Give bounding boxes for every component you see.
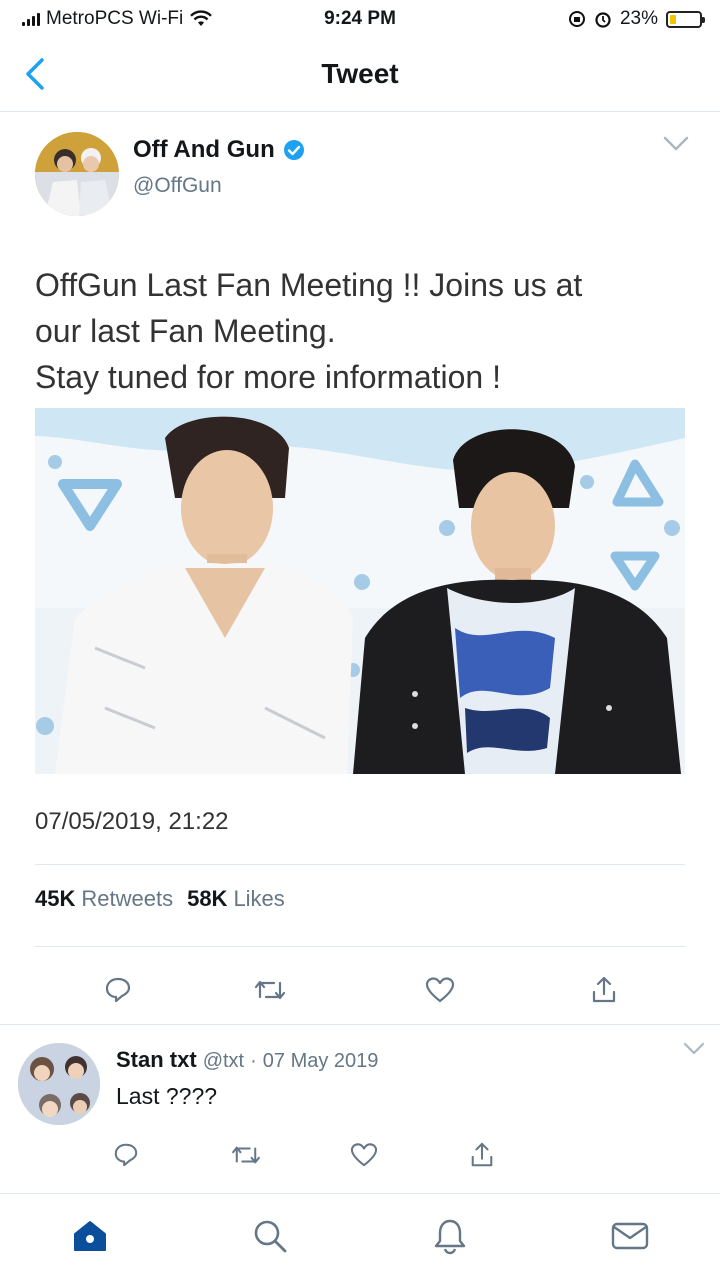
reply-button[interactable] bbox=[106, 1135, 146, 1175]
divider bbox=[35, 864, 685, 865]
divider bbox=[35, 946, 685, 947]
orientation-lock-icon bbox=[568, 11, 585, 27]
reply-header: Stan txt @txt · 07 May 2019 bbox=[116, 1047, 378, 1073]
tweet-action-bar bbox=[0, 964, 720, 1020]
tweet-timestamp: 07/05/2019, 21:22 bbox=[35, 808, 229, 835]
retweet-icon bbox=[254, 980, 286, 1000]
verified-badge-icon bbox=[283, 140, 304, 160]
share-button[interactable] bbox=[462, 1135, 502, 1175]
like-button[interactable] bbox=[420, 970, 460, 1010]
page-title: Tweet bbox=[321, 58, 399, 89]
chevron-down-icon[interactable] bbox=[662, 134, 690, 154]
messages-icon bbox=[611, 1222, 649, 1250]
share-button[interactable] bbox=[584, 970, 624, 1010]
author-handle[interactable]: @OffGun bbox=[133, 174, 222, 198]
home-icon bbox=[74, 1221, 106, 1251]
status-right: 23% bbox=[568, 8, 705, 30]
author-name[interactable]: Off And Gun bbox=[133, 136, 275, 164]
like-count[interactable]: 58K bbox=[187, 886, 227, 912]
tweet-stats: 45K Retweets 58K Likes bbox=[35, 886, 293, 912]
search-icon bbox=[254, 1220, 287, 1253]
reply-author-handle[interactable]: @txt bbox=[203, 1050, 244, 1073]
retweet-button[interactable] bbox=[250, 970, 290, 1010]
reply-date: 07 May 2019 bbox=[262, 1050, 379, 1072]
retweet-icon bbox=[232, 1146, 260, 1164]
retweet-count[interactable]: 45K bbox=[35, 886, 75, 912]
alarm-icon bbox=[595, 12, 611, 28]
author-name-row: Off And Gun bbox=[133, 136, 305, 164]
tweet-media-image[interactable] bbox=[35, 408, 685, 774]
status-bar: MetroPCS Wi-Fi 9:24 PM 23% bbox=[0, 0, 720, 40]
retweets-label[interactable]: Retweets bbox=[81, 886, 173, 912]
tab-notifications[interactable] bbox=[428, 1214, 472, 1258]
reply-text: Last ???? bbox=[116, 1083, 218, 1109]
heart-icon bbox=[350, 1143, 378, 1167]
share-icon bbox=[471, 1142, 493, 1167]
tweet-text: OffGun Last Fan Meeting !! Joins us at o… bbox=[35, 267, 583, 395]
reply-icon bbox=[105, 977, 131, 1003]
likes-label[interactable]: Likes bbox=[233, 886, 284, 912]
meta-separator: · bbox=[250, 1050, 257, 1072]
reply-avatar-image bbox=[18, 1043, 100, 1125]
chevron-down-icon[interactable] bbox=[682, 1041, 706, 1057]
tab-bar bbox=[0, 1193, 720, 1279]
like-button[interactable] bbox=[344, 1135, 384, 1175]
tab-messages[interactable] bbox=[608, 1214, 652, 1258]
reply-avatar[interactable] bbox=[18, 1043, 100, 1125]
reply-action-bar bbox=[0, 1129, 720, 1179]
heart-icon bbox=[425, 977, 455, 1003]
reply-tweet[interactable]: Stan txt @txt · 07 May 2019 Last ???? bbox=[0, 1025, 720, 1193]
battery-icon bbox=[666, 10, 705, 28]
reply-icon bbox=[114, 1143, 138, 1167]
fan-meeting-photo bbox=[35, 408, 685, 774]
reply-button[interactable] bbox=[98, 970, 138, 1010]
share-icon bbox=[592, 976, 616, 1003]
notifications-icon bbox=[434, 1219, 466, 1255]
avatar-image bbox=[35, 132, 119, 216]
battery-percent: 23% bbox=[619, 8, 658, 29]
author-avatar[interactable] bbox=[35, 132, 119, 216]
tab-home[interactable] bbox=[68, 1214, 112, 1258]
reply-author-name[interactable]: Stan txt bbox=[116, 1047, 197, 1073]
tab-search[interactable] bbox=[248, 1214, 292, 1258]
retweet-button[interactable] bbox=[226, 1135, 266, 1175]
nav-header: Tweet bbox=[0, 40, 720, 112]
